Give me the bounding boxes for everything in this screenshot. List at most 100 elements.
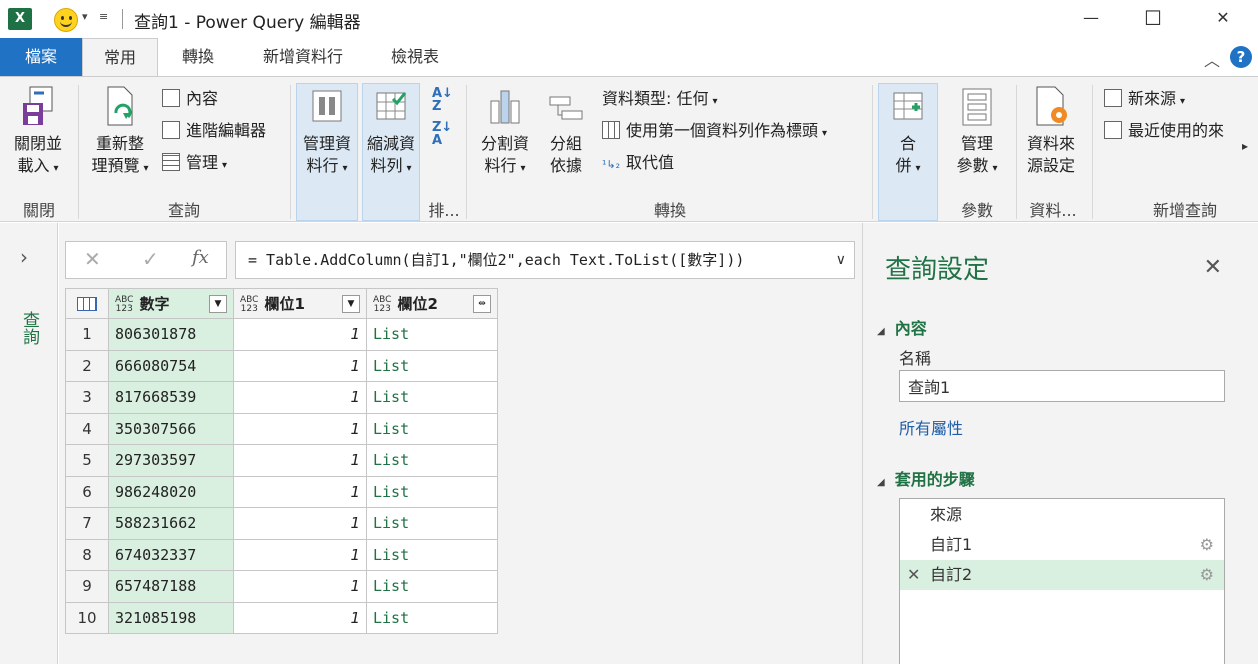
table-row[interactable]: 3 817668539 1 List (65, 381, 498, 414)
table-row[interactable]: 7 588231662 1 List (65, 507, 498, 540)
column-header-label: 欄位2 (397, 295, 438, 313)
manage-table-icon (162, 153, 180, 171)
split-column-button[interactable]: 分割資 料行 ▾ (474, 85, 536, 180)
close-load-label-2: 載入 (17, 156, 50, 175)
table-row[interactable]: 10 321085198 1 List (65, 601, 498, 634)
tab-add-column[interactable]: 新增資料行 (240, 38, 366, 76)
use-first-row-button[interactable]: 使用第一個資料列作為標頭 ▾ (602, 119, 827, 143)
cell-field2[interactable]: List (366, 444, 498, 477)
cell-field2[interactable]: List (366, 570, 498, 603)
chevron-down-icon: ▾ (712, 96, 718, 107)
filter-dropdown-icon[interactable]: ▼ (209, 295, 227, 313)
merge-button[interactable]: 合 併 ▾ (878, 85, 938, 180)
recent-sources-button[interactable]: 最近使用的來 (1104, 119, 1224, 143)
main-area: ✕ ✓ fx = Table.AddColumn(自訂1,"欄位2",each … (59, 223, 862, 664)
ribbon-scroll-right-icon[interactable]: ▸ (1242, 139, 1248, 153)
qat-dropdown-icon[interactable]: ▾ (82, 10, 88, 23)
minimize-button[interactable]: — (1060, 0, 1122, 38)
query-name-input[interactable] (899, 370, 1225, 402)
close-settings-icon[interactable]: ✕ (1204, 255, 1222, 280)
tab-home[interactable]: 常用 (82, 38, 158, 78)
properties-button[interactable]: 內容 (162, 87, 218, 111)
properties-section-header[interactable]: ◢ 內容 (877, 315, 927, 339)
reduce-rows-button[interactable]: 縮減資 料列 ▾ (362, 85, 420, 180)
cell-field2[interactable]: List (366, 318, 498, 351)
data-source-settings-button[interactable]: 資料來 源設定 (1020, 85, 1082, 177)
table-row[interactable]: 6 986248020 1 List (65, 475, 498, 508)
column-header-field2[interactable]: ABC 123 欄位2 ⇹ (366, 288, 498, 319)
excel-app-icon[interactable]: X (8, 8, 32, 30)
expand-column-icon[interactable]: ⇹ (473, 295, 491, 313)
gear-icon[interactable]: ⚙ (1200, 560, 1214, 590)
manage-parameters-button[interactable]: 管理 參數 ▾ (944, 85, 1010, 180)
applied-steps-header[interactable]: ◢ 套用的步驟 (877, 466, 975, 490)
new-source-button[interactable]: 新來源 ▾ (1104, 87, 1185, 111)
type-badge-bottom: 123 (115, 303, 133, 314)
step-item-selected[interactable]: ✕ 自訂2 ⚙ (900, 560, 1224, 590)
cell-field2[interactable]: List (366, 412, 498, 445)
data-type-dropdown[interactable]: 資料類型: 任何 ▾ (602, 87, 718, 111)
recent-sources-icon (1104, 121, 1122, 139)
cell-field2[interactable]: List (366, 475, 498, 508)
cell-field2[interactable]: List (366, 381, 498, 414)
table-row[interactable]: 1 806301878 1 List (65, 318, 498, 351)
step-item[interactable]: 自訂1 ⚙ (900, 530, 1224, 560)
sort-descending-button[interactable]: Z↓ A (432, 121, 452, 147)
delete-step-icon[interactable]: ✕ (907, 560, 920, 590)
table-menu-button[interactable] (65, 288, 109, 319)
cell-field1: 1 (233, 349, 367, 382)
column-header-field1[interactable]: ABC 123 欄位1 ▼ (233, 288, 367, 319)
step-item[interactable]: 來源 (900, 500, 1224, 530)
chevron-down-icon: ▾ (915, 163, 921, 174)
group-label-datasource: 資料... (1029, 201, 1077, 220)
smiley-feedback-icon[interactable] (54, 8, 78, 32)
formula-bar[interactable]: = Table.AddColumn(自訂1,"欄位2",each Text.To… (235, 241, 855, 279)
maximize-button[interactable]: ☐ (1122, 0, 1184, 38)
table-row[interactable]: 8 674032337 1 List (65, 538, 498, 571)
confirm-formula-icon[interactable]: ✓ (142, 247, 159, 271)
tab-transform[interactable]: 轉換 (160, 38, 236, 76)
sort-ascending-button[interactable]: A↓ Z (432, 87, 453, 113)
replace-values-button[interactable]: ¹↳₂ 取代值 (602, 151, 674, 175)
advanced-editor-button[interactable]: 進階編輯器 (162, 119, 266, 143)
filter-dropdown-icon[interactable]: ▼ (342, 295, 360, 313)
cell-field1: 1 (233, 538, 367, 571)
group-by-button[interactable]: 分組 依據 (540, 85, 592, 177)
step-label: 自訂2 (930, 565, 973, 584)
table-row[interactable]: 5 297303597 1 List (65, 444, 498, 477)
qat-customize-icon[interactable]: ≡ (99, 10, 108, 23)
tab-view[interactable]: 檢視表 (370, 38, 460, 76)
row-number: 7 (65, 507, 109, 540)
column-header-number[interactable]: ABC 123 數字 ▼ (108, 288, 234, 319)
help-icon[interactable]: ? (1230, 46, 1252, 68)
formula-text: = Table.AddColumn(自訂1,"欄位2",each Text.To… (248, 251, 745, 269)
cell-field2[interactable]: List (366, 538, 498, 571)
collapse-ribbon-icon[interactable]: ︿ (1204, 47, 1220, 71)
chevron-down-icon[interactable]: ∨ (836, 242, 846, 278)
table-row[interactable]: 2 666080754 1 List (65, 349, 498, 382)
all-properties-link[interactable]: 所有屬性 (899, 415, 963, 439)
table-row[interactable]: 4 350307566 1 List (65, 412, 498, 445)
refresh-label-1: 重新整 (95, 134, 144, 153)
manage-columns-button[interactable]: 管理資 料行 ▾ (296, 85, 358, 180)
table-row[interactable]: 9 657487188 1 List (65, 570, 498, 603)
queries-pane-label[interactable]: 查詢 (17, 311, 42, 345)
row-number: 10 (65, 601, 109, 634)
manage-button[interactable]: 管理 ▾ (162, 151, 227, 175)
group-by-label-1: 分組 (549, 134, 582, 153)
expand-queries-icon[interactable]: › (20, 245, 28, 269)
split-column-icon (487, 85, 523, 127)
cell-field2[interactable]: List (366, 601, 498, 634)
row-number: 6 (65, 475, 109, 508)
fx-icon[interactable]: fx (192, 247, 209, 268)
cell-field2[interactable]: List (366, 349, 498, 382)
type-badge-bottom: 123 (373, 303, 391, 314)
gear-icon[interactable]: ⚙ (1200, 530, 1214, 560)
group-label-params: 參數 (960, 201, 993, 220)
close-button[interactable]: ✕ (1192, 0, 1254, 38)
refresh-preview-button[interactable]: 重新整 理預覽 ▾ (84, 85, 156, 180)
cancel-formula-icon[interactable]: ✕ (84, 247, 101, 271)
tab-file[interactable]: 檔案 (0, 38, 82, 76)
cell-field2[interactable]: List (366, 507, 498, 540)
close-and-load-button[interactable]: 關閉並 載入 ▾ (4, 85, 72, 180)
